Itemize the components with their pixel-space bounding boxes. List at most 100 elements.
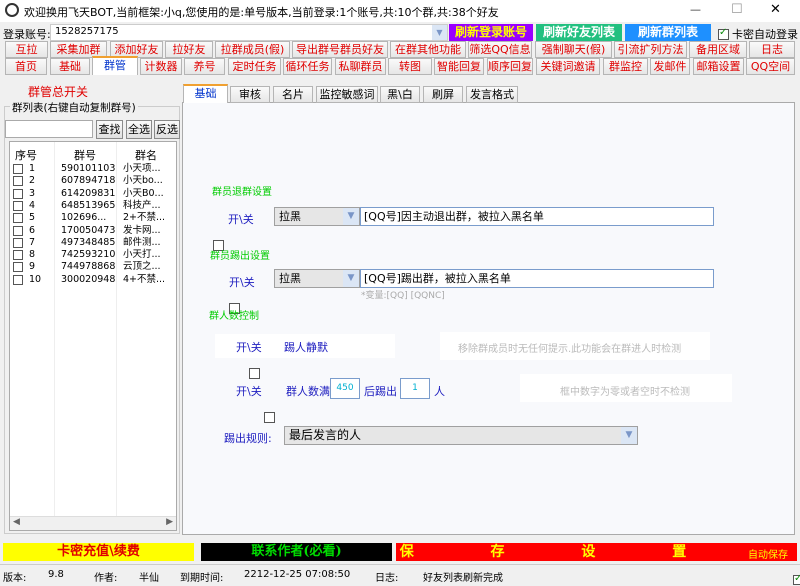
group-search-input[interactable] (5, 120, 93, 138)
row-index: 10 (29, 273, 42, 285)
full-count-input[interactable]: 450 (330, 378, 360, 399)
refresh-groups-button[interactable]: 刷新群列表 (625, 24, 711, 41)
tab-row1-8[interactable]: 强制聊天(假) (535, 41, 612, 58)
horizontal-scrollbar[interactable]: ◀ ▶ (10, 516, 176, 530)
row-checkbox[interactable] (13, 176, 23, 187)
select-all-button[interactable]: 全选 (126, 120, 152, 139)
tab-row1-7[interactable]: 筛选QQ信息 (468, 41, 532, 58)
silent-hint: 移除群成员时无任何提示.此功能会在群进人时检测 (458, 344, 682, 355)
quit-section-title: 群员退群设置 (212, 187, 272, 198)
inner-tab-6[interactable]: 发言格式 (466, 86, 518, 103)
author-label: 作者: (94, 573, 118, 584)
contact-author-button[interactable]: 联系作者(必看) (201, 543, 392, 561)
row-checkbox[interactable] (13, 237, 23, 248)
table-row[interactable]: 9 744978868 云顶之... (11, 261, 176, 273)
auto-login-label: 卡密自动登录 (732, 28, 798, 41)
tab-row2-5[interactable]: 定时任务 (228, 58, 281, 75)
row-group-name: 小天打... (123, 249, 161, 261)
tab-row2-0[interactable]: 首页 (5, 58, 47, 75)
tab-row2-8[interactable]: 转图 (388, 58, 432, 75)
table-row[interactable]: 2 607894718 小天bo... (11, 175, 176, 187)
close-button[interactable]: ✕ (770, 2, 781, 17)
maximize-button[interactable]: ☐ (731, 2, 743, 17)
table-row[interactable]: 5 102696... 2+不禁... (11, 212, 176, 224)
row-checkbox[interactable] (13, 188, 23, 199)
table-row[interactable]: 8 742593210 小天打... (11, 249, 176, 261)
chevron-down-icon: ▼ (343, 208, 359, 225)
tab-row2-13[interactable]: 发邮件 (650, 58, 690, 75)
tab-row2-6[interactable]: 循环任务 (283, 58, 332, 75)
refresh-friends-button[interactable]: 刷新好友列表 (536, 24, 622, 41)
tab-row1-6[interactable]: 在群其他功能 (390, 41, 466, 58)
account-select[interactable]: 1528257175 ▼ (50, 24, 448, 41)
save-settings-button[interactable]: 保 存 设 置 (396, 543, 726, 561)
inner-tab-4[interactable]: 黑\白 (380, 86, 420, 103)
inner-tab-5[interactable]: 刷屏 (423, 86, 463, 103)
auto-login-checkbox[interactable] (718, 27, 729, 40)
kick-action-select[interactable]: 拉黑 ▼ (274, 269, 360, 288)
tab-row2-3[interactable]: 计数器 (140, 58, 182, 75)
tab-row1-10[interactable]: 备用区域 (689, 41, 747, 58)
minimize-button[interactable]: — (690, 3, 701, 16)
tab-row1-9[interactable]: 引流扩列方法 (614, 41, 687, 58)
kick-rule-select[interactable]: 最后发言的人 ▼ (284, 426, 638, 445)
row-checkbox[interactable] (13, 225, 23, 236)
tab-row2-14[interactable]: 邮箱设置 (693, 58, 744, 75)
tab-row2-10[interactable]: 顺序回复 (487, 58, 533, 75)
chevron-down-icon: ▼ (432, 25, 447, 40)
row-group-id: 590101103 (61, 163, 116, 174)
quit-message-input[interactable]: [QQ号]因主动退出群，被拉入黑名单 (360, 207, 714, 226)
tab-row1-11[interactable]: 日志 (749, 41, 795, 58)
tab-row2-15[interactable]: QQ空间 (746, 58, 795, 75)
row-checkbox[interactable] (13, 164, 23, 174)
inner-tab-1[interactable]: 审核 (230, 86, 270, 103)
col-header-index[interactable]: 序号 (15, 147, 37, 163)
refresh-login-button[interactable]: 刷新登录账号 (449, 24, 533, 41)
tab-row1-3[interactable]: 拉好友 (165, 41, 213, 58)
count-section-title: 群人数控制 (209, 311, 259, 322)
row-group-id: 742593210 (61, 249, 116, 261)
tab-row1-0[interactable]: 互拉 (5, 41, 48, 58)
tab-row2-12[interactable]: 群监控 (603, 58, 648, 75)
table-row[interactable]: 4 648513965 科技产... (11, 200, 176, 212)
kick-message-input[interactable]: [QQ号]踢出群，被拉入黑名单 (360, 269, 714, 288)
quit-action-value: 拉黑 (279, 210, 301, 223)
limit-enable-checkbox[interactable] (263, 411, 275, 423)
table-row[interactable]: 6 170050473 发卡网... (11, 225, 176, 237)
tab-row2-1[interactable]: 基础 (50, 58, 90, 75)
quit-action-select[interactable]: 拉黑 ▼ (274, 207, 360, 226)
table-row[interactable]: 3 614209831 小天B0... (11, 188, 176, 200)
row-index: 8 (29, 249, 36, 261)
scroll-right-icon[interactable]: ▶ (166, 517, 173, 527)
kick-count-input[interactable]: 1 (400, 378, 430, 399)
row-index: 6 (29, 224, 36, 236)
table-row[interactable]: 10 300020948 4+不禁... (11, 274, 176, 286)
row-group-id: 744978868 (61, 261, 116, 273)
row-checkbox[interactable] (13, 274, 23, 285)
chevron-down-icon: ▼ (343, 270, 359, 287)
invert-button[interactable]: 反选 (154, 120, 180, 139)
row-checkbox[interactable] (13, 250, 23, 261)
tab-row1-4[interactable]: 拉群成员(假) (215, 41, 290, 58)
inner-tab-0[interactable]: 基础 (183, 84, 228, 103)
col-header-group-id[interactable]: 群号 (74, 147, 96, 163)
find-button[interactable]: 查找 (96, 120, 123, 139)
row-checkbox[interactable] (13, 200, 23, 211)
tab-row2-4[interactable]: 养号 (184, 58, 225, 75)
tab-row2-7[interactable]: 私聊群员 (335, 58, 386, 75)
tab-row2-11[interactable]: 关键词邀请 (536, 58, 600, 75)
col-header-group-name[interactable]: 群名 (135, 147, 157, 163)
tab-row1-5[interactable]: 导出群号群员好友 (292, 41, 388, 58)
row-group-id: 607894718 (61, 175, 116, 187)
silent-enable-checkbox[interactable] (249, 367, 260, 379)
row-checkbox[interactable] (13, 213, 23, 224)
inner-tab-3[interactable]: 监控敏感词 (316, 86, 378, 103)
inner-tab-2[interactable]: 名片 (273, 86, 313, 103)
scroll-left-icon[interactable]: ◀ (13, 517, 20, 527)
row-checkbox[interactable] (13, 262, 23, 273)
tab-row2-2[interactable]: 群管 (92, 56, 138, 75)
tab-row2-9[interactable]: 智能回复 (434, 58, 484, 75)
recharge-button[interactable]: 卡密充值\续费 (3, 543, 194, 561)
table-row[interactable]: 7 497348485 邮件测... (11, 237, 176, 249)
table-row[interactable]: 1 590101103 小天项... (11, 163, 176, 175)
